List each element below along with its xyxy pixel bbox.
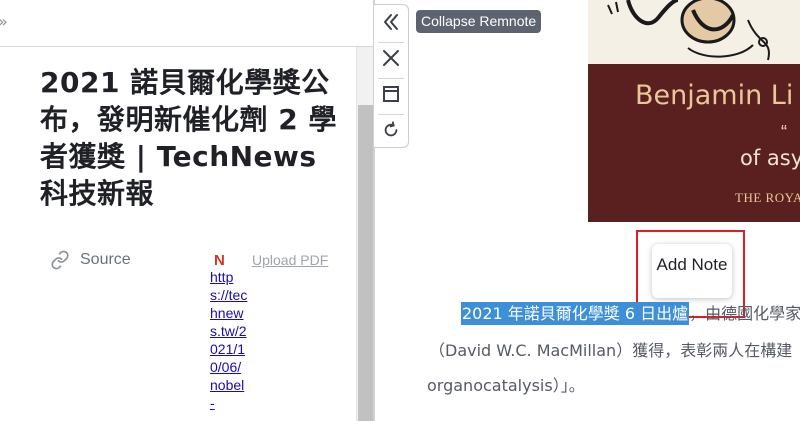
remnote-toolbar xyxy=(374,4,409,148)
window-button[interactable] xyxy=(374,79,408,113)
document-title[interactable]: 2021 諾貝爾化學獎公布，發明新催化劑 2 學者獲獎 | TechNews 科… xyxy=(40,64,352,212)
book-subtitle: of asy xyxy=(740,146,800,170)
double-chevron-right-icon[interactable]: » xyxy=(0,12,8,31)
upload-pdf-link[interactable]: Upload PDF xyxy=(252,252,328,268)
link-icon xyxy=(50,250,70,270)
book-cover-image: Benjamin Li “ of asy THE ROYA xyxy=(588,0,800,222)
double-chevron-left-icon xyxy=(381,12,401,37)
collapse-remnote-button[interactable] xyxy=(374,7,408,41)
selected-text[interactable]: 2021 年諾貝爾化學獎 6 日出爐 xyxy=(461,302,690,325)
close-button[interactable] xyxy=(374,43,408,77)
source-link[interactable]: https://technews.tw/2021/10/06/nobel- xyxy=(210,268,248,412)
source-favicon: N xyxy=(214,252,225,269)
book-illustration xyxy=(588,0,800,64)
close-icon xyxy=(382,49,400,72)
window-icon xyxy=(382,85,400,108)
refresh-icon xyxy=(382,120,400,144)
article-line-1[interactable]: 2021 年諾貝爾化學獎 6 日出爐，由德國化學家 xyxy=(461,300,800,325)
panel-topbar: » xyxy=(0,0,374,47)
refresh-button[interactable] xyxy=(374,115,408,149)
book-quote-mark: “ xyxy=(781,122,787,142)
book-publisher: THE ROYA xyxy=(735,190,800,205)
article-line-2[interactable]: （David W.C. MacMillan）獲得，表彰兩人在構建 xyxy=(429,337,792,361)
source-label: Source xyxy=(80,251,131,268)
remnote-panel: » 2021 諾貝爾化學獎公布，發明新催化劑 2 學者獲獎 | TechNews… xyxy=(0,0,374,421)
scrollbar-thumb[interactable] xyxy=(358,105,373,421)
book-author-name: Benjamin Li xyxy=(635,80,794,111)
article-line-3[interactable]: organocatalysis）」。 xyxy=(427,372,585,396)
illustration-drawing xyxy=(607,0,770,61)
article-text: ，由德國化學家 xyxy=(689,304,800,323)
collapse-remnote-tooltip: Collapse Remnote xyxy=(416,10,542,33)
source-row[interactable]: Source xyxy=(50,250,131,270)
